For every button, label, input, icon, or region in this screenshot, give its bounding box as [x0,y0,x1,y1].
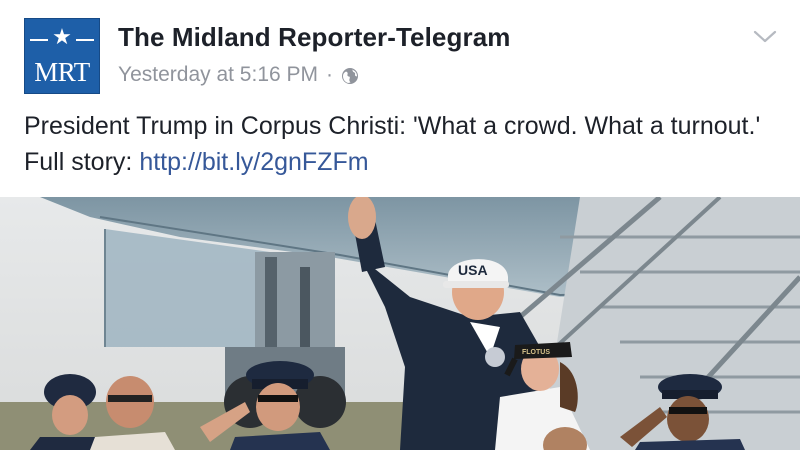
post-message: President Trump in Corpus Christi: 'What… [24,108,784,180]
chevron-down-icon[interactable] [750,22,780,52]
photo-illustration: USA FLOTUS [0,197,800,450]
star-icon: ★ [25,24,99,52]
facebook-post: ★ MRT The Midland Reporter-Telegram Yest… [0,0,800,450]
post-message-text: President Trump in Corpus Christi: 'What… [24,112,761,176]
page-name-link[interactable]: The Midland Reporter-Telegram [118,20,510,54]
post-meta: Yesterday at 5:16 PM · [118,60,359,90]
page-avatar[interactable]: ★ MRT [24,18,100,94]
post-header: ★ MRT The Midland Reporter-Telegram Yest… [0,0,800,104]
cap-text: USA [458,262,488,278]
avatar-initials: MRT [34,57,90,87]
post-timestamp[interactable]: Yesterday at 5:16 PM [118,60,318,90]
cap-text-flotus: FLOTUS [522,349,550,356]
meta-separator: · [326,63,334,86]
globe-icon[interactable] [341,67,359,85]
post-photo[interactable]: USA FLOTUS [0,197,800,450]
story-link[interactable]: http://bit.ly/2gnFZFm [139,148,368,176]
